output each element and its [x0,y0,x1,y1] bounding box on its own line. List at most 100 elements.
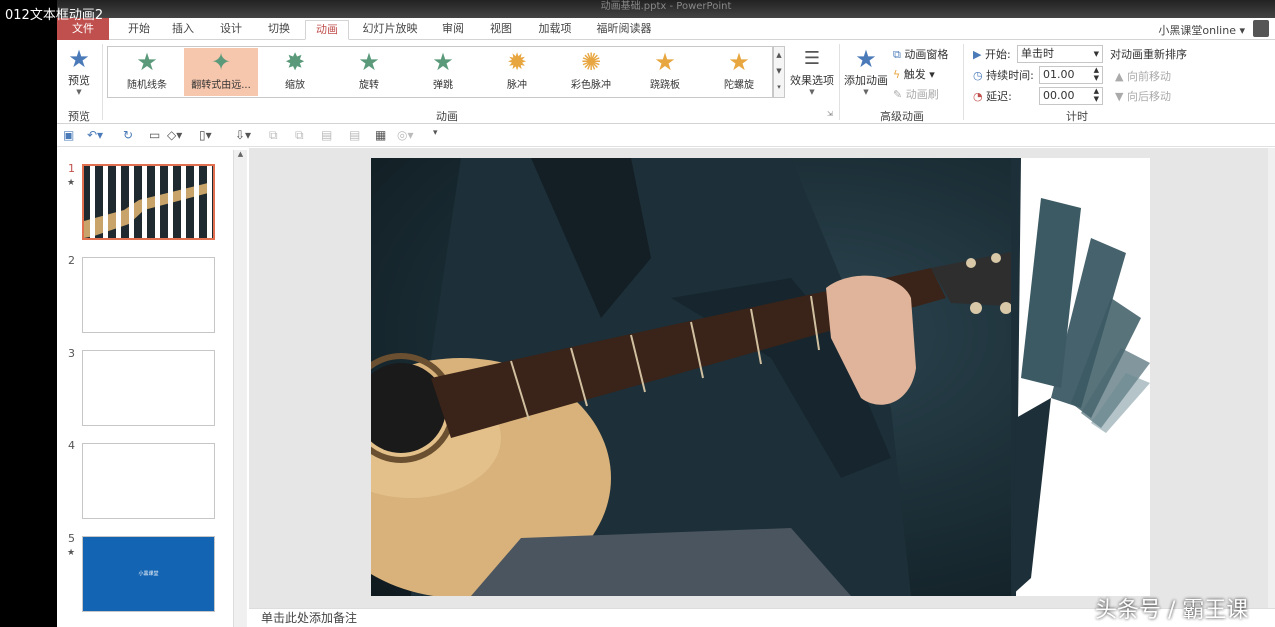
up-arrow-icon: ▲ [1115,70,1124,83]
duration-label: ◷ 持续时间: [973,67,1034,83]
ribbon: ★ 预览 ▼ 预览 ★ 随机线条 ✦ 翻转式由远... ✸ 缩放 ★ 旋转 ★ … [57,40,1275,124]
tab-view[interactable]: 视图 [483,20,519,40]
tab-design[interactable]: 设计 [213,20,249,40]
fill-icon[interactable]: ◎▾ [397,128,414,142]
tab-foxit[interactable]: 福昕阅读器 [591,20,657,40]
tab-addins[interactable]: 加载项 [531,20,579,40]
anim-spin[interactable]: ★ 旋转 [332,48,406,96]
clock-icon: ◷ [973,69,983,82]
tab-review[interactable]: 审阅 [435,20,471,40]
anim-pulse[interactable]: ✹ 脉冲 [480,48,554,96]
trigger-button[interactable]: ϟ 触发 ▾ [893,66,935,82]
anim-label: 随机线条 [127,80,167,91]
anim-random-bars[interactable]: ★ 随机线条 [110,48,184,96]
thumbnail-guitar-image [84,166,213,238]
tab-transitions[interactable]: 切换 [261,20,297,40]
move-later-button[interactable]: ▼ 向后移动 [1115,88,1171,104]
anim-bounce[interactable]: ★ 弹跳 [406,48,480,96]
screenshot-icon[interactable]: ▦ [375,128,386,142]
duration-spinner[interactable]: 01.00 ▲ ▼ [1039,66,1103,84]
preview-label: 预览 [68,74,90,87]
group-label-timing: 计时 [1066,110,1088,123]
gallery-scroll[interactable]: ▲ ▼ ▾ [773,46,785,98]
duration-value: 01.00 [1043,68,1075,81]
anim-label: 彩色脉冲 [571,80,611,91]
divider [839,44,840,120]
move-earlier-button[interactable]: ▲ 向前移动 [1115,68,1171,84]
align-icon[interactable]: ▤ [321,128,332,142]
watermark: 头条号 / 霸王课 [1095,598,1249,623]
format-painter-icon[interactable]: ⇩▾ [235,128,251,142]
delay-label: ◔ 延迟: [973,88,1012,104]
anim-spin-top[interactable]: ★ 陀螺旋 [702,48,776,96]
ribbon-tabs: 文件 开始 插入 设计 切换 动画 幻灯片放映 审阅 视图 加载项 福昕阅读器 … [57,18,1275,40]
ungroup-icon[interactable]: ⧉ [295,128,304,143]
animation-pane-label: 动画窗格 [904,48,949,61]
pane-icon: ⧉ [893,48,901,61]
animation-pane-button[interactable]: ⧉ 动画窗格 [893,46,948,62]
anim-label: 脉冲 [507,80,527,91]
add-animation-button[interactable]: ★ 添加动画 ▼ [843,46,889,102]
anim-zoom[interactable]: ✸ 缩放 [258,48,332,96]
animation-star-icon: ★ [67,178,76,188]
chevron-down-icon[interactable]: ▼ [774,63,784,79]
move-earlier-label: 向前移动 [1126,70,1171,83]
slide-thumbnail-3[interactable] [82,350,215,426]
more-icon[interactable]: ▾ [774,79,784,95]
animation-painter-button[interactable]: ✎ 动画刷 [893,86,939,102]
slide-thumbnail-2[interactable] [82,257,215,333]
slide-thumbnail-1[interactable] [82,164,215,240]
slide-thumbnails-pane: 1 ★ 2 3 4 5 ★ 小黑课堂 [57,148,247,627]
redo-icon[interactable]: ↻ [123,128,133,142]
anim-label: 翻转式由远... [191,80,251,91]
group-label-preview: 预览 [68,110,90,123]
divider [963,44,964,120]
editor-scrollbar[interactable] [1268,148,1275,608]
slide-number: 5 [68,532,75,545]
delay-spinner[interactable]: 00.00 ▲ ▼ [1039,87,1103,105]
chevron-down-icon: ▼ [809,88,815,96]
tab-slideshow[interactable]: 幻灯片放映 [357,20,423,40]
arrange-icon[interactable]: ▤ [349,128,360,142]
tab-home[interactable]: 开始 [117,20,161,40]
undo-icon[interactable]: ↶▾ [87,128,103,142]
textbox-icon[interactable]: ▭ [149,128,160,142]
slide-number: 1 [68,162,75,175]
start-select[interactable]: 单击时 ▼ [1017,45,1103,63]
delay-value: 00.00 [1043,89,1075,102]
slide-canvas[interactable] [371,158,1150,596]
effect-options-button[interactable]: ☰ 效果选项 ▼ [789,46,835,102]
spinner-icon[interactable]: ▲ ▼ [1094,66,1099,82]
group-label-advanced: 高级动画 [880,110,924,123]
user-name[interactable]: 小黑课堂online ▾ [1158,22,1245,38]
animation-gallery: ★ 随机线条 ✦ 翻转式由远... ✸ 缩放 ★ 旋转 ★ 弹跳 ✹ 脉冲 ✺ … [107,46,773,98]
anim-label: 缩放 [285,80,305,91]
start-label: ▶ 开始: [973,46,1011,62]
customize-icon[interactable]: ▾ [433,128,438,138]
anim-flip-in[interactable]: ✦ 翻转式由远... [184,48,258,96]
group-icon[interactable]: ⧉ [269,128,278,143]
tab-insert[interactable]: 插入 [165,20,201,40]
chevron-up-icon[interactable]: ▲ [774,47,784,63]
guitar-photo[interactable] [371,158,1046,596]
tab-animations[interactable]: 动画 [305,20,349,40]
star-icon: ★ [136,48,158,76]
anim-label: 跷跷板 [650,80,680,91]
chevron-up-icon[interactable]: ▲ [234,150,247,158]
slide-thumbnail-4[interactable] [82,443,215,519]
animation-star-icon: ★ [67,548,76,558]
slide-thumbnail-5[interactable]: 小黑课堂 [82,536,215,612]
notes-placeholder: 单击此处添加备注 [261,611,358,625]
avatar[interactable] [1253,20,1269,37]
spinner-icon[interactable]: ▲ ▼ [1094,87,1099,103]
anim-teeter[interactable]: ★ 跷跷板 [628,48,702,96]
thumbnails-scrollbar[interactable]: ▲ [233,150,247,627]
anim-color-pulse[interactable]: ✺ 彩色脉冲 [554,48,628,96]
shapes-icon[interactable]: ◇▾ [167,128,182,142]
layout-icon[interactable]: ▯▾ [199,128,212,142]
save-icon[interactable]: ▣ [63,128,74,142]
dialog-launcher-icon[interactable]: ⇲ [827,110,833,118]
powerpoint-window: 动画基础.pptx - PowerPoint 文件 开始 插入 设计 切换 动画… [57,0,1275,627]
preview-button[interactable]: ★ 预览 ▼ [63,46,95,102]
chevron-down-icon: ▼ [1093,50,1099,58]
